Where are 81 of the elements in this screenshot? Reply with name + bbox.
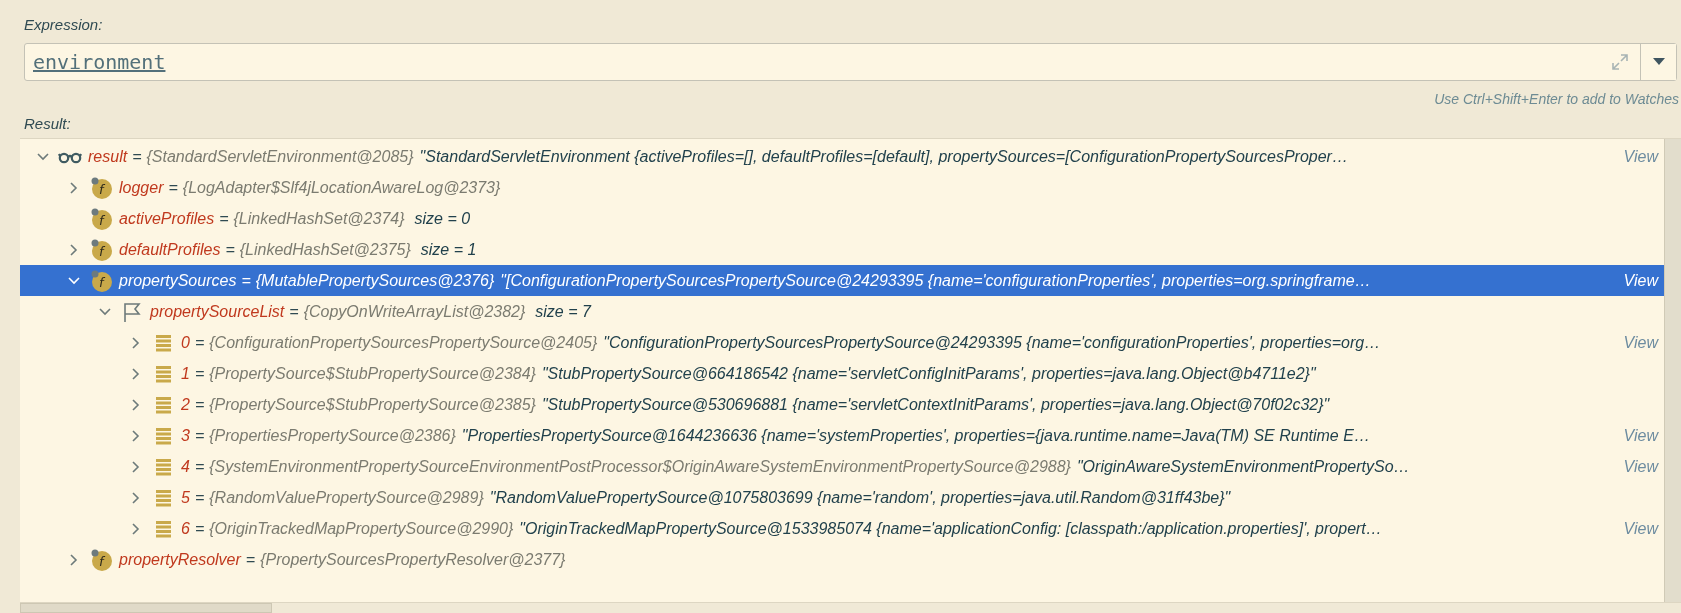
result-label: Result: [23, 114, 72, 134]
tree-row[interactable]: 5 = {RandomValuePropertySource@2989} "RandomValuePropertySource@1075803699 {name='random', properties=java.util.Random@31ff43be}" [20, 482, 1664, 513]
field-icon: f [89, 237, 113, 262]
caret-icon [1652, 58, 1665, 66]
assign-sign: = [289, 302, 299, 321]
assign-sign: = [194, 364, 205, 383]
variable-type: {LinkedHashSet@2374} [233, 209, 405, 228]
assign-sign: = [194, 333, 205, 352]
variable-name: activeProfiles [119, 209, 215, 228]
variable-value: "[ConfigurationPropertySourcesPropertySource@24293395 {name='configurationProperties', properties=org.springframe… [500, 271, 1371, 290]
variable-type: {StandardServletEnvironment@2085} [146, 147, 414, 166]
tree-row[interactable]: propertySourceList = {CopyOnWriteArrayList@2382} size = 7 [20, 296, 1664, 327]
view-link[interactable]: View [1611, 271, 1664, 290]
assign-sign: = [245, 550, 256, 569]
tree-row[interactable]: 0 = {ConfigurationPropertySourcesPropertySource@2405} "ConfigurationPropertySourcesPropertySource@24293395 {name='configurationProperties', properties=org… View [20, 327, 1664, 358]
vertical-scrollbar[interactable] [1664, 139, 1681, 602]
tree-row[interactable]: 6 = {OriginTrackedMapPropertySource@2990} "OriginTrackedMapPropertySource@1533985074 {name='applicationConfig: [classpath:/application.properties]', propert… View [20, 513, 1664, 544]
variable-type: {RandomValuePropertySource@2989} [209, 488, 484, 507]
assign-sign: = [132, 147, 142, 166]
tree-row[interactable]: 3 = {PropertiesPropertySource@2386} "PropertiesPropertySource@1644236636 {name='systemProperties', properties={java.runtime.name=Java(TM) SE Runtime E… View [20, 420, 1664, 451]
field-icon: f [89, 547, 113, 572]
tree-row[interactable]: 4 = {SystemEnvironmentPropertySourceEnvironmentPostProcessor$OriginAwareSystemEnvironmentPropertySource@2988} "OriginAwareSystemEnvironmentPropertySo… View [20, 451, 1664, 482]
variable-type: {PropertySourcesPropertyResolver@2377} [260, 550, 566, 569]
tree-row[interactable]: f defaultProfiles = {LinkedHashSet@2375} size = 1 [20, 234, 1664, 265]
variable-name: defaultProfiles [119, 240, 221, 259]
variable-value: "PropertiesPropertySource@1644236636 {name='systemProperties', properties={java.runtime.name=Java(TM) SE Runtime E… [461, 426, 1370, 445]
variable-name: result [88, 147, 128, 166]
tree-row[interactable]: 2 = {PropertySource$StubPropertySource@2385} "StubPropertySource@530696881 {name='servletContextInitParams', properties=java.lang.Object@70f02c32}" [20, 389, 1664, 420]
horizontal-scrollbar[interactable] [20, 602, 1681, 613]
expression-label: Expression: [23, 15, 104, 35]
collection-size: size = 7 [535, 302, 591, 321]
variable-name: 4 [181, 457, 190, 476]
tree-row[interactable]: f activeProfiles = {LinkedHashSet@2374} size = 0 [20, 203, 1664, 234]
variable-value: "OriginAwareSystemEnvironmentPropertySo… [1076, 457, 1410, 476]
field-icon: f [89, 268, 113, 293]
assign-sign: = [194, 519, 205, 538]
variable-type: {PropertySource$StubPropertySource@2385} [209, 395, 536, 414]
variable-type: {LogAdapter$Slf4jLocationAwareLog@2373} [182, 178, 501, 197]
variable-type: {CopyOnWriteArrayList@2382} [303, 302, 526, 321]
variable-type: {LinkedHashSet@2375} [239, 240, 411, 259]
assign-sign: = [194, 426, 205, 445]
variable-name: propertySourceList [150, 302, 285, 321]
variable-name: 6 [181, 519, 190, 538]
selected-tree-row[interactable]: f propertySources = {MutablePropertySources@2376} "[ConfigurationPropertySourcesPropertySource@24293395 {name='configurationProperties', properties=org.springframe… View [20, 265, 1664, 296]
variable-name: 3 [181, 426, 190, 445]
collection-size: size = 1 [420, 240, 477, 259]
variable-value: "StandardServletEnvironment {activeProfiles=[], defaultProfiles=[default], propertySources=[ConfigurationPropertySourcesProper… [419, 147, 1348, 166]
variable-type: {MutablePropertySources@2376} [255, 271, 495, 290]
variable-type: {ConfigurationPropertySourcesPropertySource@2405} [209, 333, 598, 352]
variable-type: {OriginTrackedMapPropertySource@2990} [209, 519, 514, 538]
variable-name: propertySources [119, 271, 237, 290]
history-dropdown-button[interactable] [1640, 44, 1676, 80]
variable-name: 1 [181, 364, 190, 383]
variable-value: "OriginTrackedMapPropertySource@1533985074 {name='applicationConfig: [classpath:/application.properties]', propert… [519, 519, 1382, 538]
variable-type: {SystemEnvironmentPropertySourceEnvironmentPostProcessor$OriginAwareSystemEnvironmentPropertySource@2988} [209, 457, 1071, 476]
variable-type: {PropertiesPropertySource@2386} [209, 426, 456, 445]
variable-name: 0 [181, 333, 190, 352]
assign-sign: = [225, 240, 235, 259]
variable-name: 5 [181, 488, 190, 507]
field-icon: f [89, 175, 113, 200]
variable-name: propertyResolver [119, 550, 241, 569]
variable-value: "RandomValuePropertySource@1075803699 {name='random', properties=java.util.Random@31ff43be}" [489, 488, 1231, 507]
variable-value: "StubPropertySource@530696881 {name='servletContextInitParams', properties=java.lang.Object@70f02c32}" [541, 395, 1330, 414]
assign-sign: = [194, 457, 205, 476]
tree-row[interactable]: result = {StandardServletEnvironment@2085} "StandardServletEnvironment {activeProfiles=[], defaultProfiles=[default], propertySources=[ConfigurationPropertySourcesProper… View [20, 141, 1664, 172]
variable-name: 2 [181, 395, 190, 414]
variable-name: logger [119, 178, 164, 197]
variable-value: "ConfigurationPropertySourcesPropertySource@24293395 {name='configurationProperties', properties=org… [603, 333, 1381, 352]
assign-sign: = [194, 395, 205, 414]
assign-sign: = [241, 271, 251, 290]
assign-sign: = [168, 178, 178, 197]
collection-size: size = 0 [414, 209, 471, 228]
assign-sign: = [219, 209, 229, 228]
assign-sign: = [194, 488, 205, 507]
field-icon: f [89, 206, 113, 231]
variable-type: {PropertySource$StubPropertySource@2384} [209, 364, 536, 383]
tree-row[interactable]: f logger = {LogAdapter$Slf4jLocationAwareLog@2373} [20, 172, 1664, 203]
hint-text: Use Ctrl+Shift+Enter to add to Watches [1434, 90, 1680, 107]
variable-value: "StubPropertySource@664186542 {name='servletConfigInitParams', properties=java.lang.Object@b4711e2}" [541, 364, 1316, 383]
tree-row[interactable]: 1 = {PropertySource$StubPropertySource@2384} "StubPropertySource@664186542 {name='servletConfigInitParams', properties=java.lang.Object@b4711e2}" [20, 358, 1664, 389]
tree-row[interactable]: f propertyResolver = {PropertySourcesPropertyResolver@2377} [20, 544, 1664, 575]
